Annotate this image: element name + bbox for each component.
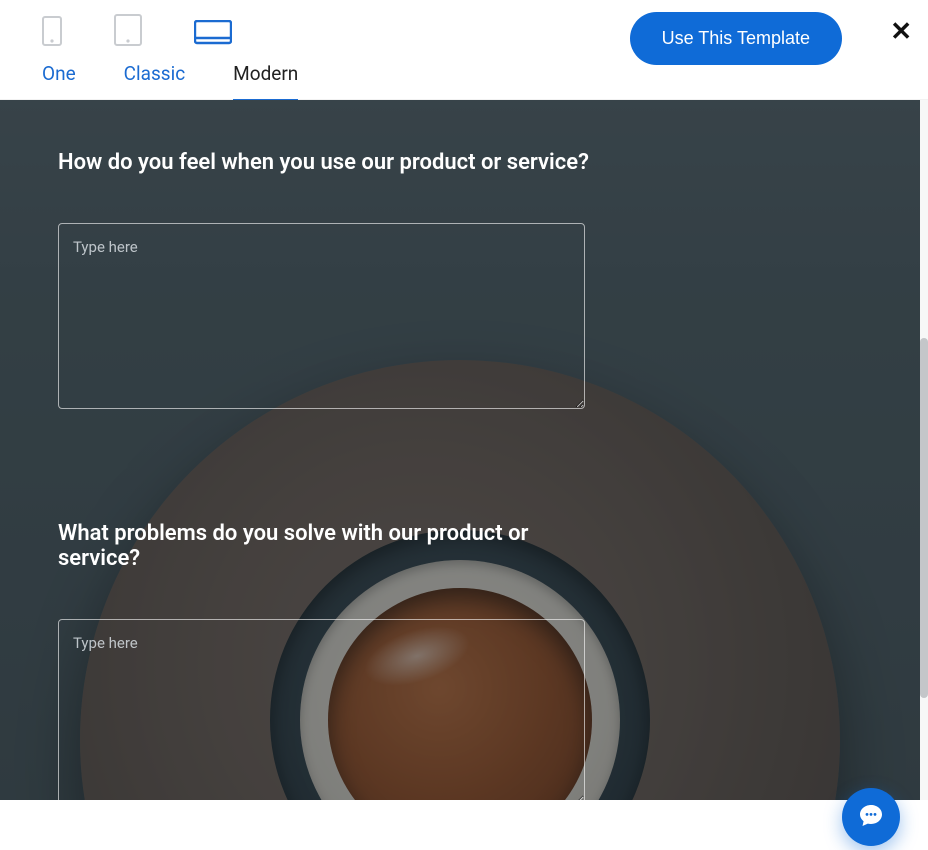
template-preview: How do you feel when you use our product… (0, 100, 920, 800)
question-1-input[interactable] (58, 223, 585, 409)
use-template-button[interactable]: Use This Template (630, 12, 842, 65)
chat-button[interactable] (842, 788, 900, 846)
scrollbar-thumb[interactable] (920, 338, 928, 698)
question-block-2: What problems do you solve with our prod… (58, 521, 598, 800)
desktop-icon[interactable] (194, 20, 232, 46)
question-2-input[interactable] (58, 619, 585, 800)
tab-classic[interactable]: Classic (124, 62, 186, 99)
tab-modern[interactable]: Modern (233, 62, 298, 102)
question-block-1: How do you feel when you use our product… (58, 150, 598, 413)
tablet-icon[interactable] (114, 14, 142, 46)
question-2-prompt: What problems do you solve with our prod… (58, 521, 598, 571)
close-button[interactable]: ✕ (886, 14, 916, 48)
top-toolbar: One Classic Modern Use This Template ✕ (0, 0, 928, 100)
phone-icon[interactable] (42, 16, 62, 46)
theme-tabs: One Classic Modern (42, 62, 298, 102)
survey-form: How do you feel when you use our product… (58, 150, 598, 800)
device-preview-switcher (42, 14, 232, 46)
question-1-prompt: How do you feel when you use our product… (58, 150, 598, 175)
chat-bubble-icon (857, 802, 885, 833)
close-icon: ✕ (890, 16, 912, 46)
tab-one[interactable]: One (42, 62, 76, 99)
